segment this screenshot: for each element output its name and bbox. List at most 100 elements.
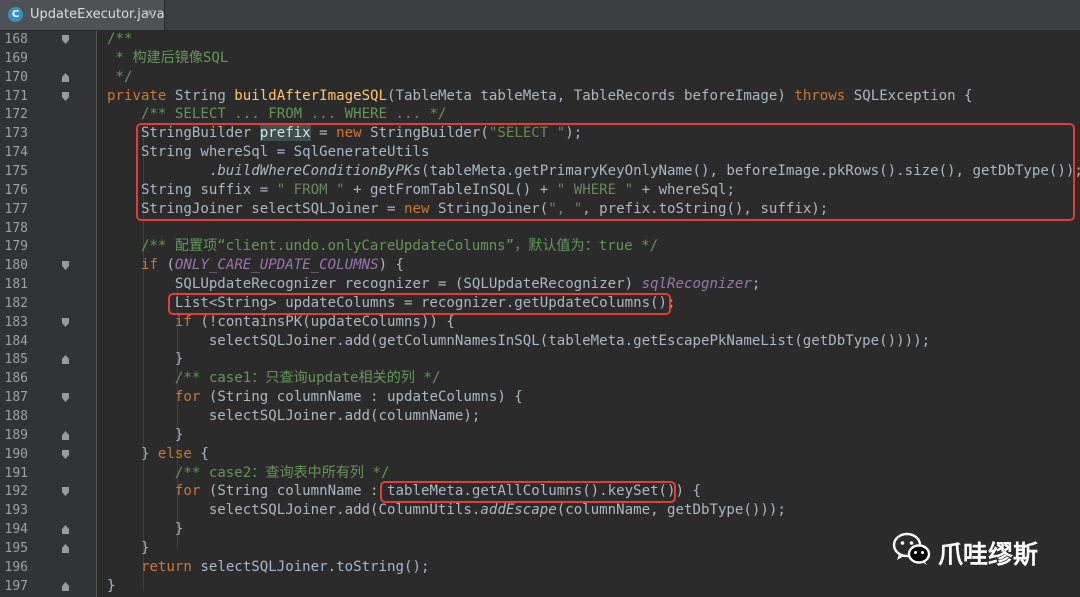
code-token: for: [174, 389, 209, 405]
line-number: 170: [4, 70, 28, 85]
line-number: 190: [4, 447, 28, 462]
code-token: for: [174, 483, 209, 499]
code-token: {: [200, 446, 209, 462]
line-number: 197: [4, 579, 28, 594]
highlight-box-prefix-block: [136, 123, 1075, 221]
line-number: 194: [4, 522, 28, 537]
code-line: }: [107, 577, 116, 596]
code-line: SQLUpdateRecognizer recognizer = (SQLUpd…: [107, 275, 761, 294]
code-token: selectSQLJoiner.add(getColumnNamesInSQL(…: [107, 333, 931, 349]
code-line: * 构建后镜像SQL: [107, 49, 228, 68]
code-line: /** case1：只查询update相关的列 */: [107, 369, 440, 388]
code-token: selectSQLJoiner.add(columnName);: [107, 408, 481, 424]
line-number: 184: [4, 334, 28, 349]
line-number: 188: [4, 409, 28, 424]
code-token: String: [174, 88, 235, 104]
code-token: }: [107, 578, 116, 594]
watermark: 爪哇缪斯: [892, 532, 1038, 569]
line-number: 173: [4, 126, 28, 141]
line-number: 175: [4, 164, 28, 179]
code-line: } else {: [107, 445, 209, 464]
code-line: /** case2：查询表中所有列 */: [107, 464, 390, 483]
line-number: 193: [4, 503, 28, 518]
line-number: 180: [4, 258, 28, 273]
wechat-icon: [892, 532, 931, 565]
line-number: 168: [4, 32, 28, 47]
code-token: selectSQLJoiner.toString();: [200, 559, 430, 575]
line-number: 169: [4, 51, 28, 66]
code-token: (TableMeta tableMeta, TableRecords befor…: [387, 88, 795, 104]
tab-updateexecutor[interactable]: C UpdateExecutor.java ×: [0, 0, 165, 30]
java-class-icon: C: [8, 7, 23, 22]
code-token: * 构建后镜像SQL: [107, 50, 229, 66]
code-token: }: [107, 521, 184, 537]
code-token: (!containsPK(updateColumns)) {: [200, 314, 455, 330]
code-line: }: [107, 520, 184, 539]
code-token: }: [107, 540, 150, 556]
code-token: /** case2：查询表中所有列 */: [174, 465, 390, 481]
code-token: }: [107, 351, 184, 367]
line-number: 178: [4, 221, 28, 236]
code-token: selectSQLJoiner.add(ColumnUtils.: [107, 502, 481, 518]
code-line: if (ONLY_CARE_UPDATE_COLUMNS) {: [107, 256, 404, 275]
code-line: }: [107, 539, 150, 558]
code-token: ) {: [378, 257, 405, 273]
code-token: /** SELECT ... FROM ... WHERE ... */: [140, 106, 447, 122]
code-token: */: [107, 69, 133, 85]
code-token: else: [157, 446, 201, 462]
highlight-box-all-columns: [380, 481, 676, 503]
code-token: (String columnName : updateColumns) {: [208, 389, 523, 405]
code-token: sqlRecognizer: [641, 276, 752, 292]
line-number: 185: [4, 352, 28, 367]
line-number: 191: [4, 466, 28, 481]
close-icon[interactable]: ×: [144, 6, 156, 22]
line-number: 182: [4, 296, 28, 311]
code-token: (: [166, 257, 175, 273]
code-token: buildAfterImageSQL: [234, 88, 388, 104]
code-token: ;: [751, 276, 761, 292]
line-number: 172: [4, 107, 28, 122]
code-token: private: [107, 88, 175, 104]
code-line: /**: [107, 30, 132, 49]
line-number: 192: [4, 484, 28, 499]
line-number: 195: [4, 541, 28, 556]
code-token: if: [140, 257, 167, 273]
code-token: /** case1：只查询update相关的列 */: [174, 370, 441, 386]
code-line: private String buildAfterImageSQL(TableM…: [107, 87, 973, 106]
code-line: for (String columnName : updateColumns) …: [107, 388, 523, 407]
code-token: /**: [107, 31, 133, 47]
code-line: */: [107, 68, 132, 87]
code-token: if: [174, 314, 201, 330]
code-line: /** 配置项“client.undo.onlyCareUpdateColumn…: [107, 237, 658, 256]
line-number: 171: [4, 89, 28, 104]
line-number: 177: [4, 202, 28, 217]
line-number: 183: [4, 315, 28, 330]
editor-tab-bar: C UpdateExecutor.java ×: [0, 0, 1080, 31]
code-token: return: [140, 559, 201, 575]
code-token: SQLUpdateRecognizer recognizer = (SQLUpd…: [107, 276, 642, 292]
code-line: return selectSQLJoiner.toString();: [107, 558, 430, 577]
line-number: 186: [4, 371, 28, 386]
code-line: }: [107, 350, 184, 369]
line-number: 196: [4, 560, 28, 575]
code-token: throws: [794, 88, 854, 104]
code-line: if (!containsPK(updateColumns)) {: [107, 313, 455, 332]
code-token: ONLY_CARE_UPDATE_COLUMNS: [174, 257, 379, 273]
line-number: 181: [4, 277, 28, 292]
code-line: }: [107, 426, 184, 445]
code-line: /** SELECT ... FROM ... WHERE ... */: [107, 105, 446, 124]
code-line: selectSQLJoiner.add(getColumnNamesInSQL(…: [107, 332, 930, 351]
line-number: 174: [4, 145, 28, 160]
code-token: (columnName, getDbType()));: [556, 502, 786, 518]
line-number: 187: [4, 390, 28, 405]
code-line: selectSQLJoiner.add(ColumnUtils.addEscap…: [107, 501, 786, 520]
code-line: selectSQLJoiner.add(columnName);: [107, 407, 481, 426]
code-token: SQLException {: [853, 88, 973, 104]
